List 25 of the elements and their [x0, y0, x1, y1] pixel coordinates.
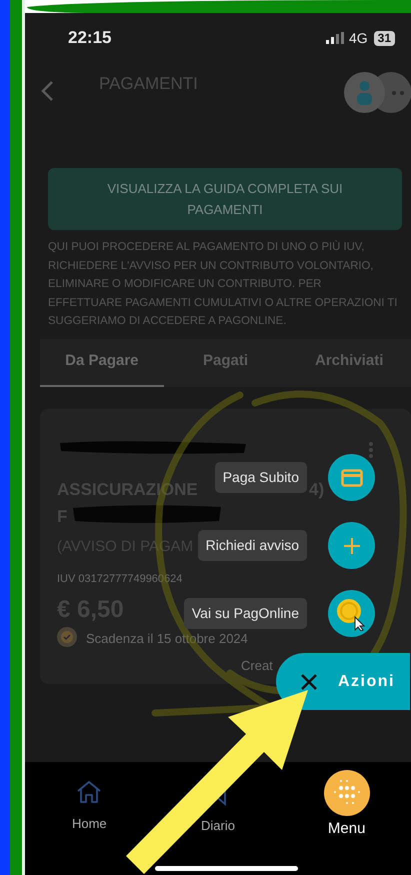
status-time: 22:15	[68, 27, 112, 50]
card-icon	[340, 468, 362, 486]
guide-button[interactable]: VISUALIZZA LA GUIDA COMPLETA SUI PAGAMENTI	[48, 168, 402, 230]
info-text: QUI PUOI PROCEDERE AL PAGAMENTO DI UNO O PIÙ IUV, RICHIEDERE L'AVVISO PER UN CONTRIBUTO VOLONTARIO, ELIMINARE O MODIFICARE UN CONTRIBUTO. PER EFFETTUARE PAGAMENTI CUMULATIVI O ALTRE OPERAZIONI TI SUGGERIAMO DI ACCEDERE A PAGONLINE.	[48, 239, 398, 329]
created-text: Creat	[241, 656, 273, 674]
nav-tab[interactable]: Home	[25, 762, 154, 834]
action-label: Paga Subito	[214, 462, 307, 493]
iuv-code: IUV 03172777749960624	[57, 572, 182, 586]
actions-button[interactable]: Azioni	[276, 653, 410, 710]
plus-icon	[342, 536, 360, 554]
tab[interactable]: Pagati	[164, 338, 288, 386]
back-icon[interactable]	[40, 80, 54, 102]
tab[interactable]: Da Pagare	[40, 338, 164, 386]
close-icon	[300, 672, 318, 690]
nav-tab[interactable]: Menu	[282, 762, 411, 840]
tab[interactable]: Archiviati	[287, 338, 411, 386]
due-date: Scadenza il 15 ottobre 2024	[86, 630, 248, 648]
signal-icon	[326, 32, 344, 44]
network-label: 4G	[348, 28, 368, 48]
check-circle-icon	[57, 626, 77, 646]
action-label: Richiedi avviso	[198, 530, 307, 561]
home-icon	[76, 780, 102, 804]
action-label: Vai su PagOnline	[184, 598, 307, 629]
battery-indicator: 31	[374, 30, 395, 46]
menu-icon	[324, 770, 370, 816]
